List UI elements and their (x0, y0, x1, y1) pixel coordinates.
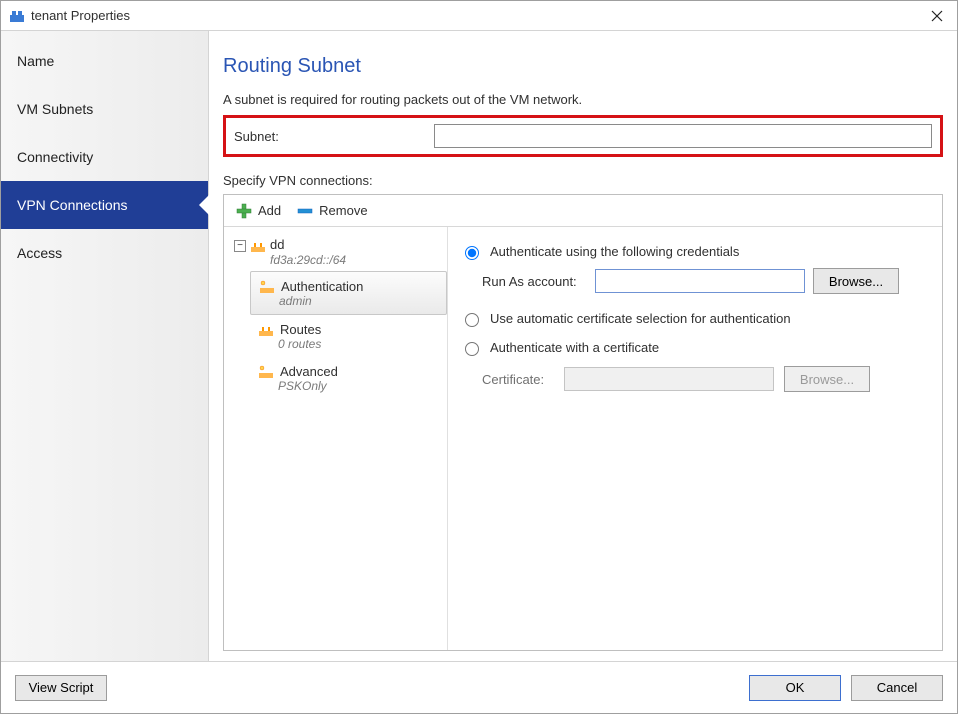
advanced-icon (258, 363, 274, 379)
cancel-button[interactable]: Cancel (851, 675, 943, 701)
remove-label: Remove (319, 203, 367, 218)
tree-item-routes[interactable]: Routes 0 routes (250, 315, 447, 357)
dialog-body: Name VM Subnets Connectivity VPN Connect… (1, 31, 957, 661)
vpn-body: − dd fd3a:29cd::/64 (224, 227, 942, 650)
view-script-button[interactable]: View Script (15, 675, 107, 701)
tree-item-label: Routes (280, 322, 321, 337)
sidebar-item-access[interactable]: Access (1, 229, 208, 277)
radio-label: Authenticate with a certificate (490, 340, 659, 355)
sidebar-item-vm-subnets[interactable]: VM Subnets (1, 85, 208, 133)
radio-credentials[interactable] (465, 246, 479, 260)
close-button[interactable] (917, 1, 957, 31)
tree-item-authentication[interactable]: Authentication admin (250, 271, 447, 315)
tree-item-detail: 0 routes (278, 337, 443, 351)
auth-opt-auto-cert[interactable]: Use automatic certificate selection for … (460, 304, 930, 333)
subnet-label: Subnet: (234, 129, 434, 144)
plus-icon (236, 203, 252, 219)
certificate-label: Certificate: (482, 372, 554, 387)
radio-label: Authenticate using the following credent… (490, 244, 739, 259)
window-title: tenant Properties (31, 8, 917, 23)
auth-icon (259, 278, 275, 294)
certificate-row: Certificate: Browse... (482, 366, 930, 392)
sidebar-item-label: VM Subnets (17, 101, 93, 117)
dialog-footer: View Script OK Cancel (1, 661, 957, 713)
tree-root-subnet: fd3a:29cd::/64 (270, 253, 437, 267)
auth-opt-credentials[interactable]: Authenticate using the following credent… (460, 237, 930, 266)
sidebar-item-connectivity[interactable]: Connectivity (1, 133, 208, 181)
vpn-tree: − dd fd3a:29cd::/64 (224, 227, 448, 650)
remove-button[interactable]: Remove (293, 201, 371, 221)
subnet-row-highlight: Subnet: (223, 115, 943, 157)
sidebar: Name VM Subnets Connectivity VPN Connect… (1, 31, 209, 661)
tree-item-detail: admin (279, 294, 442, 308)
properties-dialog: tenant Properties Name VM Subnets Connec… (0, 0, 958, 714)
run-as-input[interactable] (595, 269, 805, 293)
certificate-input (564, 367, 774, 391)
routes-icon (258, 321, 274, 337)
sidebar-item-label: Name (17, 53, 54, 69)
specify-vpn-label: Specify VPN connections: (223, 173, 943, 188)
collapse-icon[interactable]: − (234, 240, 246, 252)
browse-cert-button: Browse... (784, 366, 870, 392)
run-as-row: Run As account: Browse... (482, 268, 930, 294)
radio-cert[interactable] (465, 342, 479, 356)
tree-item-label: Advanced (280, 364, 338, 379)
tree-item-advanced[interactable]: Advanced PSKOnly (250, 357, 447, 399)
subnet-input[interactable] (434, 124, 932, 148)
auth-options: Authenticate using the following credent… (448, 227, 942, 650)
sidebar-item-label: Connectivity (17, 149, 93, 165)
add-button[interactable]: Add (232, 201, 285, 221)
run-as-label: Run As account: (482, 274, 587, 289)
sidebar-item-vpn-connections[interactable]: VPN Connections (1, 181, 208, 229)
add-label: Add (258, 203, 281, 218)
radio-auto-cert[interactable] (465, 313, 479, 327)
radio-label: Use automatic certificate selection for … (490, 311, 791, 326)
browse-runas-button[interactable]: Browse... (813, 268, 899, 294)
tree-root-label: dd (270, 237, 284, 252)
ok-button[interactable]: OK (749, 675, 841, 701)
minus-icon (297, 203, 313, 219)
sidebar-item-name[interactable]: Name (1, 37, 208, 85)
tree-root-node[interactable]: − dd fd3a:29cd::/64 (224, 233, 447, 271)
tree-item-detail: PSKOnly (278, 379, 443, 393)
titlebar: tenant Properties (1, 1, 957, 31)
app-icon (9, 8, 25, 24)
page-description: A subnet is required for routing packets… (223, 92, 943, 107)
page-heading: Routing Subnet (223, 55, 943, 78)
connection-icon (250, 237, 266, 253)
vpn-connections-panel: Add Remove − (223, 194, 943, 651)
vpn-toolbar: Add Remove (224, 195, 942, 227)
content-pane: Routing Subnet A subnet is required for … (209, 31, 957, 661)
sidebar-item-label: Access (17, 245, 62, 261)
auth-opt-cert[interactable]: Authenticate with a certificate (460, 333, 930, 362)
sidebar-item-label: VPN Connections (17, 197, 128, 213)
tree-item-label: Authentication (281, 279, 363, 294)
